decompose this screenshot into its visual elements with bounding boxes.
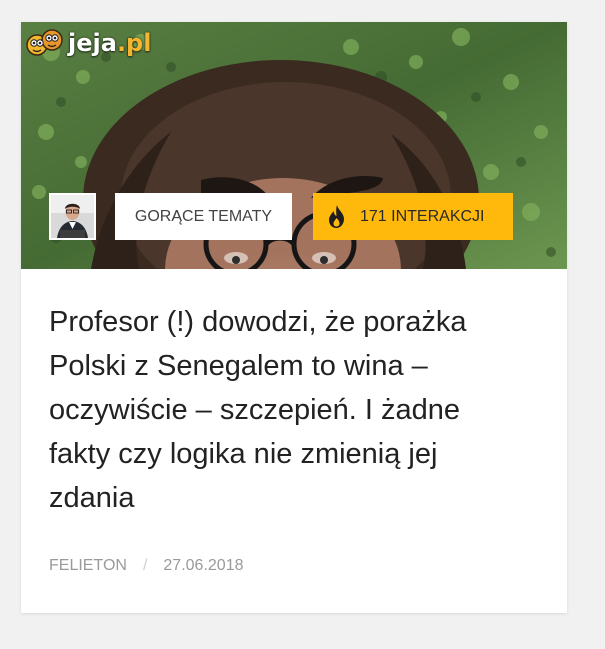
interactions-count: 171 INTERAKCJI (360, 207, 485, 225)
logo-wordmark: jeja.pl (68, 26, 151, 60)
article-date: 27.06.2018 (163, 557, 244, 574)
page: jeja.pl GORĄCE TEMATY 171 INTERAKCJI Pro… (0, 0, 605, 649)
flame-icon (329, 205, 344, 228)
article-title[interactable]: Profesor (!) dowodzi, że porażka Polski … (49, 300, 529, 520)
meta-separator: / (142, 557, 148, 574)
article-category-link[interactable]: FELIETON (49, 557, 127, 575)
article-hero-image[interactable]: jeja.pl GORĄCE TEMATY 171 INTERAKCJI (21, 22, 567, 269)
logo-main-text: jeja (68, 29, 117, 57)
author-avatar-image (51, 195, 94, 238)
jeja-logo[interactable]: jeja.pl (25, 26, 151, 60)
jeja-logo-icon (26, 29, 63, 56)
hot-topics-tag[interactable]: GORĄCE TEMATY (115, 193, 292, 240)
interactions-badge[interactable]: 171 INTERAKCJI (313, 193, 513, 240)
author-avatar[interactable] (49, 193, 96, 240)
article-meta: FELIETON / 27.06.2018 (49, 555, 243, 577)
logo-domain-suffix: .pl (116, 29, 152, 57)
article-card[interactable]: jeja.pl GORĄCE TEMATY 171 INTERAKCJI Pro… (21, 22, 567, 613)
